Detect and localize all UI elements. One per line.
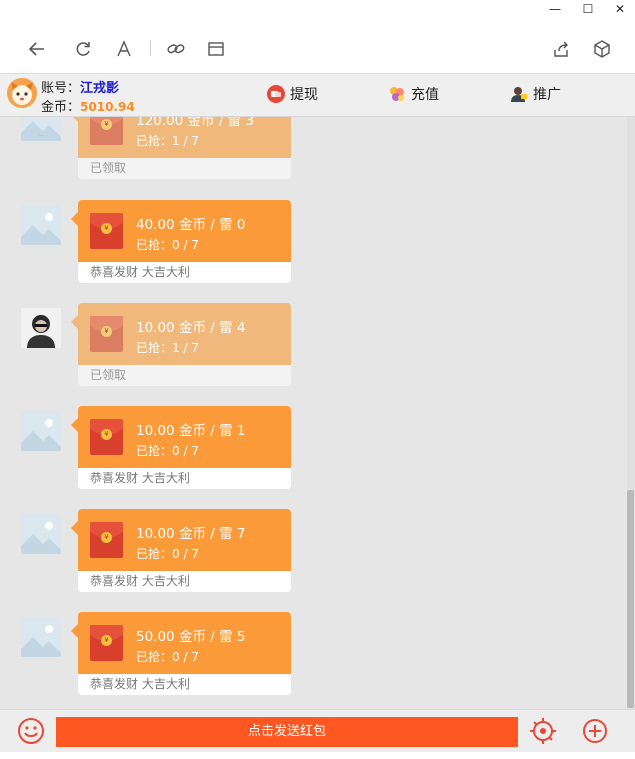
- minimize-icon[interactable]: —: [545, 1, 565, 17]
- link-icon[interactable]: [165, 38, 187, 60]
- chat-scrollbar-thumb[interactable]: [627, 490, 634, 708]
- packet-grabbed-count: 已抢：0 / 7: [136, 444, 199, 458]
- red-envelope-icon: ¥: [90, 316, 123, 352]
- coin-row: 金币：5010.94: [41, 96, 135, 115]
- close-icon[interactable]: ✕: [610, 1, 630, 17]
- bottom-action-bar: 点击发送红包: [0, 709, 635, 752]
- browser-toolbar: [0, 20, 635, 74]
- red-packet-message: ¥ 10.00 金币 / 雷 4 已抢：1 / 7 已领取: [0, 303, 620, 393]
- packet-status: 已领取: [78, 158, 291, 179]
- coin-balance: 5010.94: [80, 100, 135, 114]
- packet-amount: 10.00 金币 / 雷 7: [136, 526, 246, 542]
- red-packet-bubble[interactable]: ¥ 10.00 金币 / 雷 1 已抢：0 / 7: [71, 406, 291, 468]
- window-titlebar: — ☐ ✕: [0, 0, 635, 20]
- user-avatar[interactable]: [7, 78, 37, 108]
- red-packet-bubble[interactable]: ¥ 10.00 金币 / 雷 4 已抢：1 / 7: [71, 303, 291, 365]
- sender-avatar[interactable]: [21, 617, 61, 657]
- packet-amount: 10.00 金币 / 雷 4: [136, 320, 246, 336]
- add-icon[interactable]: [580, 716, 610, 746]
- chat-message-list[interactable]: — ¥ 120.00 金币 / 雷 3 已抢：1 / 7 已领取 ¥ 40.00…: [0, 117, 635, 709]
- share-icon[interactable]: [550, 38, 572, 60]
- account-row: 账号：江戎影: [41, 77, 119, 96]
- font-icon[interactable]: [113, 38, 135, 60]
- packet-amount: 50.00 金币 / 雷 5: [136, 629, 246, 645]
- red-packet-bubble[interactable]: ¥ 50.00 金币 / 雷 5 已抢：0 / 7: [71, 612, 291, 674]
- withdraw-icon: [267, 85, 285, 103]
- account-header: 账号：江戎影 金币：5010.94 提现 充值 推广: [0, 74, 635, 117]
- red-packet-bubble[interactable]: ¥ 10.00 金币 / 雷 7 已抢：0 / 7: [71, 509, 291, 571]
- packet-amount: 40.00 金币 / 雷 0: [136, 217, 246, 233]
- send-red-packet-button[interactable]: 点击发送红包: [56, 717, 518, 747]
- red-packet-message: ¥ 10.00 金币 / 雷 7 已抢：0 / 7 恭喜发财 大吉大利: [0, 509, 620, 599]
- packet-greeting: 恭喜发财 大吉大利: [78, 468, 291, 489]
- sender-avatar[interactable]: [21, 411, 61, 451]
- packet-amount: 10.00 金币 / 雷 1: [136, 423, 246, 439]
- account-name: 江戎影: [80, 81, 120, 96]
- back-icon[interactable]: [26, 38, 48, 60]
- red-envelope-icon: ¥: [90, 522, 123, 558]
- recharge-label: 充值: [411, 87, 439, 103]
- packet-grabbed-count: 已抢：1 / 7: [136, 341, 199, 355]
- packet-greeting: 恭喜发财 大吉大利: [78, 571, 291, 592]
- refresh-icon[interactable]: [72, 38, 94, 60]
- account-label: 账号：: [41, 81, 81, 96]
- packet-grabbed-count: 已抢：1 / 7: [136, 134, 199, 148]
- packet-greeting: 恭喜发财 大吉大利: [78, 262, 291, 283]
- promote-button[interactable]: 推广: [510, 84, 561, 104]
- packet-status: 已领取: [78, 365, 291, 386]
- sender-avatar[interactable]: [21, 308, 61, 348]
- sender-avatar[interactable]: [21, 205, 61, 245]
- cube-icon[interactable]: [591, 38, 613, 60]
- red-packet-message: ¥ 10.00 金币 / 雷 1 已抢：0 / 7 恭喜发财 大吉大利: [0, 406, 620, 496]
- sender-avatar[interactable]: [21, 514, 61, 554]
- promote-icon: [510, 85, 528, 103]
- window-icon[interactable]: [205, 38, 227, 60]
- packet-grabbed-count: 已抢：0 / 7: [136, 547, 199, 561]
- red-packet-message: — ¥ 120.00 金币 / 雷 3 已抢：1 / 7 已领取: [0, 117, 620, 186]
- packet-greeting: 恭喜发财 大吉大利: [78, 674, 291, 695]
- packet-grabbed-count: 已抢：0 / 7: [136, 238, 199, 252]
- toolbar-divider: [150, 40, 151, 56]
- packet-grabbed-count: 已抢：0 / 7: [136, 650, 199, 664]
- red-envelope-icon: ¥: [90, 419, 123, 455]
- emoji-icon[interactable]: [16, 716, 46, 746]
- settings-icon[interactable]: [528, 716, 558, 746]
- maximize-icon[interactable]: ☐: [578, 1, 598, 17]
- red-envelope-icon: ¥: [90, 213, 123, 249]
- withdraw-button[interactable]: 提现: [267, 84, 318, 104]
- page-bottom-strip: [0, 752, 635, 759]
- red-packet-bubble[interactable]: ¥ 120.00 金币 / 雷 3 已抢：1 / 7: [71, 117, 291, 158]
- packet-amount: 120.00 金币 / 雷 3: [136, 117, 255, 129]
- red-envelope-icon: ¥: [90, 117, 123, 145]
- promote-label: 推广: [533, 87, 561, 103]
- red-packet-message: ¥ 50.00 金币 / 雷 5 已抢：0 / 7 恭喜发财 大吉大利: [0, 612, 620, 702]
- red-envelope-icon: ¥: [90, 625, 123, 661]
- sender-avatar[interactable]: —: [21, 117, 61, 141]
- svg-text:—: —: [39, 133, 43, 138]
- red-packet-bubble[interactable]: ¥ 40.00 金币 / 雷 0 已抢：0 / 7: [71, 200, 291, 262]
- recharge-button[interactable]: 充值: [388, 84, 439, 104]
- recharge-icon: [388, 85, 406, 103]
- red-packet-message: ¥ 40.00 金币 / 雷 0 已抢：0 / 7 恭喜发财 大吉大利: [0, 200, 620, 290]
- withdraw-label: 提现: [290, 87, 318, 103]
- coin-label: 金币：: [41, 100, 81, 115]
